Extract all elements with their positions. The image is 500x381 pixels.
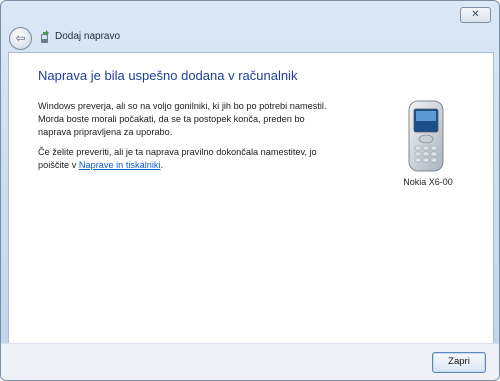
devices-printers-link[interactable]: Naprave in tiskalniki bbox=[79, 160, 161, 170]
footer-bar: Zapri bbox=[1, 343, 499, 380]
device-name: Nokia X6-00 bbox=[403, 177, 453, 187]
wizard-title: Dodaj napravo bbox=[55, 31, 121, 42]
verify-text-end: . bbox=[160, 160, 164, 170]
navigation-bar: ⇦ Dodaj napravo bbox=[1, 25, 499, 51]
status-text: Windows preverja, ali so na voljo goniln… bbox=[38, 101, 327, 137]
mobile-phone-icon bbox=[408, 100, 444, 172]
close-button[interactable]: Zapri bbox=[432, 352, 486, 373]
content-panel: Naprava je bila uspešno dodana v računal… bbox=[8, 52, 494, 344]
dialog-window: ✕ ⇦ Dodaj napravo Naprava je bila uspešn… bbox=[0, 0, 500, 381]
page-heading: Naprava je bila uspešno dodana v računal… bbox=[38, 68, 298, 83]
add-device-icon bbox=[41, 30, 49, 43]
verify-text: Če želite preveriti, ali je ta naprava p… bbox=[38, 146, 338, 172]
title-bar: ✕ bbox=[1, 1, 499, 25]
close-icon[interactable]: ✕ bbox=[460, 7, 491, 23]
back-arrow-icon[interactable]: ⇦ bbox=[9, 27, 32, 50]
